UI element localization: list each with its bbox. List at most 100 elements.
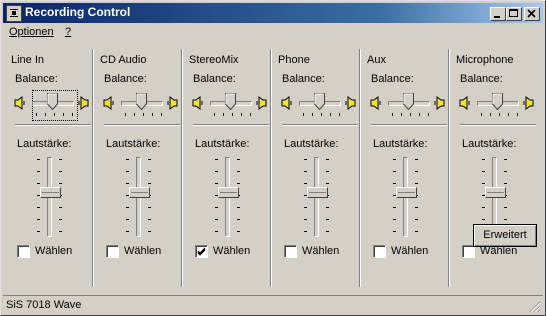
balance-slider-thumb[interactable] bbox=[136, 93, 147, 110]
volume-tick bbox=[304, 171, 307, 172]
volume-tick bbox=[126, 159, 129, 160]
speaker-left-icon bbox=[14, 96, 25, 110]
select-label[interactable]: Wählen bbox=[391, 245, 428, 257]
select-checkbox[interactable] bbox=[17, 245, 30, 258]
volume-slider-thumb[interactable] bbox=[396, 187, 417, 198]
balance-slider-thumb[interactable] bbox=[492, 93, 503, 110]
title-bar[interactable]: Recording Control bbox=[3, 3, 543, 23]
volume-tick bbox=[148, 183, 151, 184]
balance-ticks bbox=[125, 113, 163, 117]
advanced-button[interactable]: Erweitert bbox=[473, 224, 537, 247]
volume-tick bbox=[37, 171, 40, 172]
select-checkbox[interactable] bbox=[106, 245, 119, 258]
volume-tick bbox=[415, 207, 418, 208]
divider bbox=[15, 124, 91, 126]
volume-tick bbox=[326, 159, 329, 160]
volume-tick bbox=[393, 159, 396, 160]
balance-slider-thumb[interactable] bbox=[225, 93, 236, 110]
divider bbox=[193, 124, 269, 126]
select-checkbox[interactable] bbox=[284, 245, 297, 258]
select-label[interactable]: Wählen bbox=[213, 245, 250, 257]
select-checkbox[interactable] bbox=[195, 245, 208, 258]
volume-slider-thumb[interactable] bbox=[40, 187, 61, 198]
volume-tick bbox=[415, 159, 418, 160]
volume-tick bbox=[304, 231, 307, 232]
status-bar: SiS 7018 Wave bbox=[3, 295, 543, 314]
volume-tick bbox=[326, 171, 329, 172]
balance-slider-thumb[interactable] bbox=[403, 93, 414, 110]
volume-tick bbox=[504, 171, 507, 172]
volume-slider-thumb[interactable] bbox=[218, 187, 239, 198]
select-checkbox[interactable] bbox=[373, 245, 386, 258]
volume-tick bbox=[59, 231, 62, 232]
menu-help[interactable]: ? bbox=[65, 26, 71, 38]
volume-tick bbox=[482, 159, 485, 160]
close-icon bbox=[527, 9, 536, 18]
channel-panel: Aux Balance: Lautstärke: Wählen bbox=[361, 43, 450, 293]
volume-tick bbox=[326, 183, 329, 184]
divider bbox=[104, 124, 180, 126]
volume-label: Lautstärke: bbox=[284, 138, 339, 150]
volume-label: Lautstärke: bbox=[106, 138, 161, 150]
channel-name: Microphone bbox=[456, 54, 514, 66]
channel-name: Aux bbox=[367, 54, 386, 66]
volume-tick bbox=[126, 219, 129, 220]
speaker-right-icon bbox=[78, 96, 89, 110]
speaker-left-icon bbox=[370, 96, 381, 110]
volume-tick bbox=[393, 231, 396, 232]
panel-separator bbox=[270, 49, 272, 287]
volume-tick bbox=[393, 207, 396, 208]
volume-tick bbox=[215, 171, 218, 172]
volume-tick bbox=[326, 219, 329, 220]
speaker-right-icon bbox=[523, 96, 534, 110]
volume-tick bbox=[326, 207, 329, 208]
volume-tick bbox=[237, 231, 240, 232]
balance-label: Balance: bbox=[15, 73, 58, 85]
balance-ticks bbox=[481, 113, 519, 117]
volume-tick bbox=[304, 219, 307, 220]
volume-tick bbox=[237, 207, 240, 208]
divider bbox=[282, 124, 358, 126]
volume-tick bbox=[482, 171, 485, 172]
volume-slider-thumb[interactable] bbox=[307, 187, 328, 198]
maximize-icon bbox=[509, 9, 518, 17]
close-button[interactable] bbox=[524, 7, 540, 21]
resize-grip-icon[interactable] bbox=[529, 301, 541, 313]
volume-tick bbox=[237, 219, 240, 220]
menu-optionen[interactable]: Optionen bbox=[9, 26, 54, 38]
balance-slider-thumb[interactable] bbox=[47, 93, 58, 110]
select-label[interactable]: Wählen bbox=[302, 245, 339, 257]
select-label[interactable]: Wählen bbox=[35, 245, 72, 257]
speaker-right-icon bbox=[345, 96, 356, 110]
divider bbox=[371, 124, 447, 126]
volume-tick bbox=[37, 231, 40, 232]
menu-bar: Optionen ? bbox=[3, 24, 543, 42]
volume-tick bbox=[148, 159, 151, 160]
volume-tick bbox=[215, 231, 218, 232]
speaker-left-icon bbox=[192, 96, 203, 110]
status-text: SiS 7018 Wave bbox=[6, 299, 82, 311]
channel-name: CD Audio bbox=[100, 54, 147, 66]
volume-tick bbox=[504, 183, 507, 184]
volume-label: Lautstärke: bbox=[373, 138, 428, 150]
recording-control-window: Recording Control Optionen ? Line In Bala… bbox=[0, 0, 546, 316]
volume-tick bbox=[126, 207, 129, 208]
volume-tick bbox=[415, 219, 418, 220]
select-label[interactable]: Wählen bbox=[124, 245, 161, 257]
volume-slider-thumb[interactable] bbox=[129, 187, 150, 198]
balance-slider-thumb[interactable] bbox=[314, 93, 325, 110]
volume-slider-thumb[interactable] bbox=[485, 187, 506, 198]
channel-name: Line In bbox=[11, 54, 45, 66]
balance-label: Balance: bbox=[282, 73, 325, 85]
volume-tick bbox=[304, 207, 307, 208]
volume-tick bbox=[59, 183, 62, 184]
mixer-app-icon[interactable] bbox=[6, 5, 22, 22]
minimize-button[interactable] bbox=[490, 7, 506, 21]
maximize-button[interactable] bbox=[506, 7, 522, 21]
volume-tick bbox=[148, 231, 151, 232]
volume-tick bbox=[126, 231, 129, 232]
panel-separator bbox=[448, 49, 450, 287]
volume-tick bbox=[215, 219, 218, 220]
volume-tick bbox=[482, 219, 485, 220]
volume-tick bbox=[215, 207, 218, 208]
